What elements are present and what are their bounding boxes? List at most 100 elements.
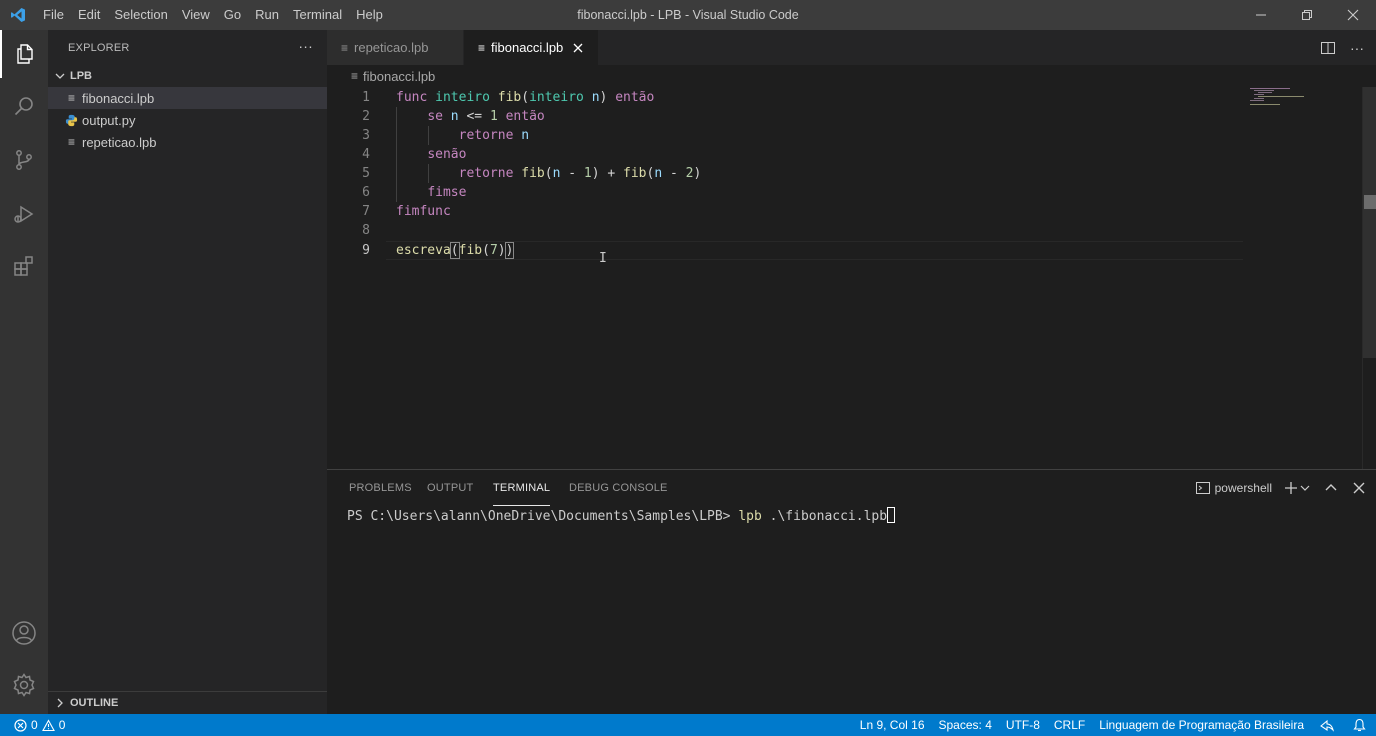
status-bar: 0 0 Ln 9, Col 16 Spaces: 4 UTF-8 CRLF Li… <box>0 714 1376 736</box>
tab-output[interactable]: OUTPUT <box>427 482 473 494</box>
file-item-output[interactable]: output.py <box>48 109 327 131</box>
close-window-button[interactable] <box>1330 0 1376 30</box>
menu-run[interactable]: Run <box>248 0 286 30</box>
problems-indicator[interactable]: 0 0 <box>0 718 65 732</box>
maximize-panel-icon[interactable] <box>1324 481 1338 495</box>
error-count: 0 <box>31 718 38 732</box>
code-line: escreva(fib(7)) <box>396 242 515 259</box>
scrollbar-slider[interactable] <box>1363 87 1376 358</box>
explorer-header: EXPLORER ··· <box>48 30 327 65</box>
explorer-sidebar: EXPLORER ··· LPB ≡ fibonacci.lpb output.… <box>48 30 327 714</box>
editor-tabs: ≡ repeticao.lpb ≡ fibonacci.lpb ··· <box>327 30 1376 65</box>
file-label: output.py <box>82 112 136 128</box>
warning-icon <box>41 718 55 731</box>
title-bar: File Edit Selection View Go Run Terminal… <box>0 0 1376 30</box>
breadcrumb: ≡ fibonacci.lpb <box>327 65 1376 87</box>
search-icon[interactable] <box>0 82 48 130</box>
split-editor-icon[interactable] <box>1320 40 1336 56</box>
account-icon[interactable] <box>0 609 48 657</box>
line-number: 6 <box>362 185 370 200</box>
close-panel-icon[interactable] <box>1352 481 1366 495</box>
menu-selection[interactable]: Selection <box>107 0 174 30</box>
tab-terminal[interactable]: TERMINAL <box>493 482 551 506</box>
warning-count: 0 <box>58 718 66 732</box>
activity-bar <box>0 30 48 714</box>
tab-fibonacci[interactable]: ≡ fibonacci.lpb <box>464 30 598 65</box>
file-label: fibonacci.lpb <box>82 90 155 106</box>
line-number: 2 <box>362 109 370 124</box>
end-of-line[interactable]: CRLF <box>1047 714 1092 736</box>
more-actions-icon[interactable]: ··· <box>298 38 313 54</box>
menu-edit[interactable]: Edit <box>71 0 107 30</box>
file-lines-icon: ≡ <box>68 135 76 149</box>
restore-button[interactable] <box>1284 0 1330 30</box>
editor-scrollbar[interactable] <box>1362 87 1376 469</box>
file-encoding[interactable]: UTF-8 <box>999 714 1047 736</box>
file-lines-icon: ≡ <box>478 40 486 55</box>
run-debug-icon[interactable] <box>0 190 48 238</box>
bottom-panel: PROBLEMS OUTPUT TERMINAL DEBUG CONSOLE p… <box>327 469 1376 714</box>
breadcrumb-file[interactable]: fibonacci.lpb <box>363 69 435 84</box>
file-label: repeticao.lpb <box>82 134 157 150</box>
indentation[interactable]: Spaces: 4 <box>932 714 999 736</box>
menu-bar: File Edit Selection View Go Run Terminal… <box>36 0 390 30</box>
file-item-repeticao[interactable]: ≡ repeticao.lpb <box>48 131 327 153</box>
language-mode[interactable]: Linguagem de Programação Brasileira <box>1092 714 1311 736</box>
terminal-actions: powershell <box>1195 478 1366 498</box>
minimap[interactable] <box>1248 87 1362 469</box>
terminal-prompt: PS C:\Users\alann\OneDrive\Documents\Sam… <box>347 509 739 524</box>
editor-actions: ··· <box>1320 30 1364 65</box>
more-actions-icon[interactable]: ··· <box>1350 40 1364 56</box>
code-line: senão <box>427 147 467 162</box>
code-editor[interactable]: 1 2 3 4 5 6 7 8 9 func inteiro fib(intei… <box>327 87 1376 469</box>
file-lines-icon: ≡ <box>351 69 359 83</box>
terminal-cursor <box>887 507 896 523</box>
line-number: 5 <box>362 166 370 181</box>
terminal-shell-select[interactable]: powershell <box>1215 481 1272 495</box>
close-tab-icon[interactable] <box>572 42 584 54</box>
error-icon <box>14 718 27 732</box>
menu-go[interactable]: Go <box>217 0 248 30</box>
outline-label: OUTLINE <box>70 697 119 709</box>
tab-label: repeticao.lpb <box>354 40 429 55</box>
chevron-down-icon[interactable] <box>1300 483 1310 493</box>
chevron-down-icon <box>55 73 65 79</box>
tab-repeticao[interactable]: ≡ repeticao.lpb <box>327 30 464 65</box>
settings-gear-icon[interactable] <box>0 661 48 709</box>
notifications-bell-icon[interactable] <box>1343 714 1376 736</box>
tab-problems[interactable]: PROBLEMS <box>349 482 412 494</box>
terminal-args: .\fibonacci.lpb <box>761 509 888 524</box>
tab-debug-console[interactable]: DEBUG CONSOLE <box>569 482 668 494</box>
line-number: 4 <box>362 147 370 162</box>
line-number: 1 <box>362 90 370 105</box>
vscode-logo-icon <box>0 0 36 30</box>
outline-section-header[interactable]: OUTLINE <box>48 691 327 714</box>
cursor-position[interactable]: Ln 9, Col 16 <box>853 714 932 736</box>
file-item-fibonacci[interactable]: ≡ fibonacci.lpb <box>48 87 327 109</box>
menu-terminal[interactable]: Terminal <box>286 0 349 30</box>
menu-file[interactable]: File <box>36 0 71 30</box>
python-icon <box>65 114 78 126</box>
new-terminal-plus-icon[interactable] <box>1284 481 1298 495</box>
extensions-icon[interactable] <box>0 242 48 290</box>
code-line: retorne n <box>458 128 530 143</box>
tab-label: fibonacci.lpb <box>491 40 564 55</box>
code-line: func inteiro fib(inteiro n) então <box>396 90 655 105</box>
file-lines-icon: ≡ <box>68 91 76 105</box>
minimize-button[interactable] <box>1238 0 1284 30</box>
code-line: retorne fib(n - 1) + fib(n - 2) <box>458 166 702 181</box>
code-line: fimfunc <box>396 204 451 219</box>
file-lines-icon: ≡ <box>341 40 349 55</box>
line-number: 7 <box>362 204 370 219</box>
menu-help[interactable]: Help <box>349 0 390 30</box>
terminal-icon <box>1195 482 1210 494</box>
terminal-command: lpb <box>738 509 762 524</box>
line-number: 9 <box>362 243 370 258</box>
source-control-icon[interactable] <box>0 136 48 184</box>
folder-row[interactable]: LPB <box>48 65 327 87</box>
explorer-icon[interactable] <box>0 30 48 78</box>
feedback-icon[interactable] <box>1311 714 1343 736</box>
terminal-output[interactable]: PS C:\Users\alann\OneDrive\Documents\Sam… <box>347 507 896 526</box>
line-number: 8 <box>362 223 370 238</box>
menu-view[interactable]: View <box>175 0 217 30</box>
